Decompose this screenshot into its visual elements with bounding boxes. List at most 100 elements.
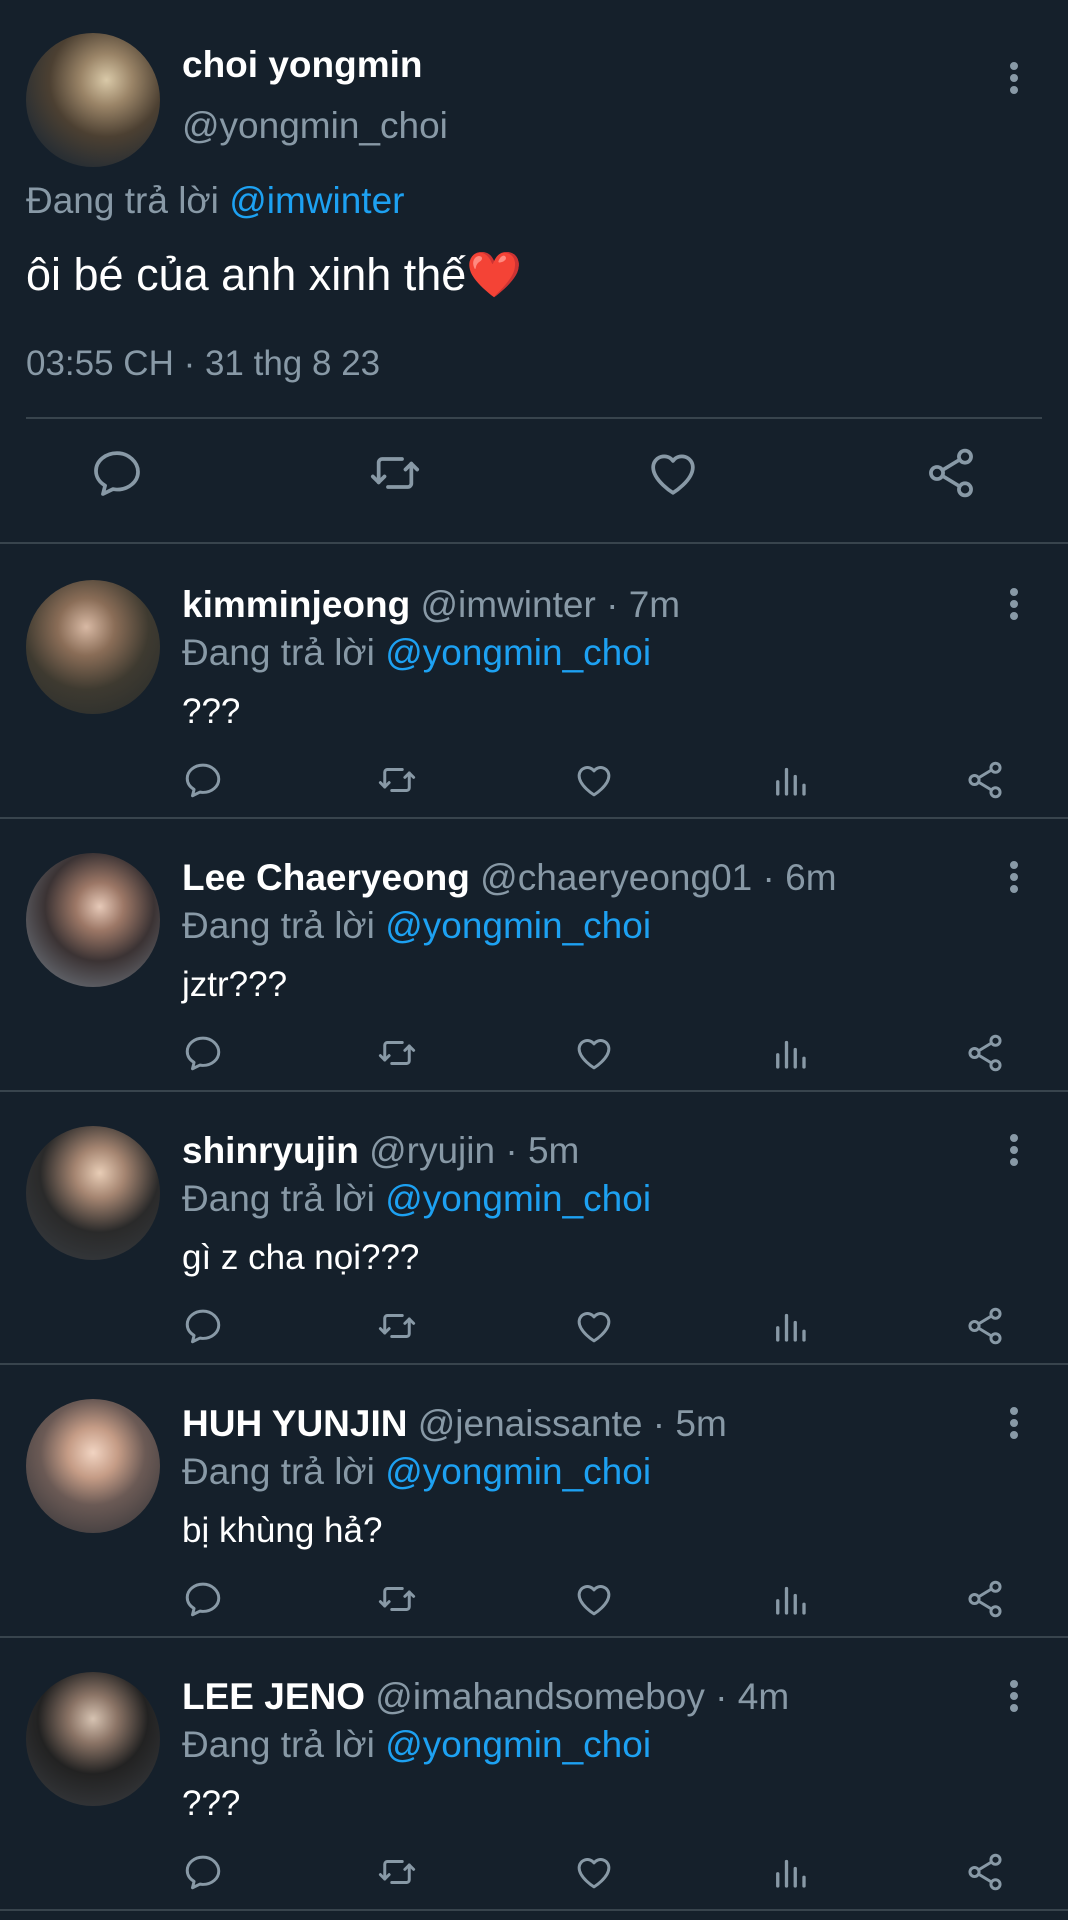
share-icon[interactable] [964, 1851, 1006, 1893]
tweet-text: jztr??? [182, 965, 288, 1004]
author-name[interactable]: HUH YUNJIN [182, 1403, 407, 1444]
reply-icon[interactable] [182, 1032, 224, 1074]
replying-to-mention[interactable]: @yongmin_choi [385, 905, 651, 946]
author-handle[interactable]: @ryujin [369, 1130, 495, 1171]
more-vertical-icon[interactable] [1000, 586, 1028, 622]
reply-header: LEE JENO @imahandsomeboy · 4m [182, 1676, 789, 1718]
author-name[interactable]: shinryujin [182, 1130, 359, 1171]
tweet-age[interactable]: 5m [528, 1130, 579, 1171]
retweet-icon[interactable] [376, 1305, 418, 1347]
avatar[interactable] [26, 1399, 160, 1533]
reply-icon[interactable] [89, 445, 145, 501]
author-handle[interactable]: @imahandsomeboy [375, 1676, 705, 1717]
replying-to-mention[interactable]: @yongmin_choi [385, 1451, 651, 1492]
retweet-icon[interactable] [367, 445, 423, 501]
replying-to-line: Đang trả lời @yongmin_choi [182, 632, 651, 674]
replying-to-line: Đang trả lời @yongmin_choi [182, 1178, 651, 1220]
author-handle[interactable]: @imwinter [420, 584, 595, 625]
tweet-actions [0, 445, 1068, 515]
share-icon[interactable] [964, 1032, 1006, 1074]
tweet-age[interactable]: 5m [675, 1403, 726, 1444]
more-vertical-icon[interactable] [1000, 1132, 1028, 1168]
share-icon[interactable] [964, 1305, 1006, 1347]
like-icon[interactable] [573, 759, 615, 801]
reply-icon[interactable] [182, 759, 224, 801]
share-icon[interactable] [964, 759, 1006, 801]
author-handle[interactable]: @yongmin_choi [182, 105, 448, 147]
share-icon[interactable] [923, 445, 979, 501]
retweet-icon[interactable] [376, 1578, 418, 1620]
heart-emoji: ❤️ [466, 249, 523, 300]
reply-tweet[interactable]: kimminjeong @imwinter · 7m Đang trả lời @… [0, 546, 1068, 819]
tweet-text: ôi bé của anh xinh thế❤️ [26, 248, 522, 301]
tweet-age[interactable]: 6m [785, 857, 836, 898]
reply-header: HUH YUNJIN @jenaissante · 5m [182, 1403, 727, 1445]
more-vertical-icon[interactable] [1000, 1405, 1028, 1441]
avatar[interactable] [26, 853, 160, 987]
main-tweet: choi yongmin @yongmin_choi Đang trả lời … [0, 0, 1068, 544]
replying-to-label: Đang trả lời [182, 1451, 386, 1492]
tweet-actions [0, 1305, 1068, 1353]
avatar[interactable] [26, 33, 160, 167]
like-icon[interactable] [573, 1305, 615, 1347]
tweet-age[interactable]: 7m [629, 584, 680, 625]
author-name[interactable]: kimminjeong [182, 584, 410, 625]
reply-header: shinryujin @ryujin · 5m [182, 1130, 579, 1172]
reply-icon[interactable] [182, 1578, 224, 1620]
reply-tweet[interactable]: LEE JENO @imahandsomeboy · 4m Đang trả lờ… [0, 1638, 1068, 1911]
share-icon[interactable] [964, 1578, 1006, 1620]
more-vertical-icon[interactable] [1000, 1678, 1028, 1714]
replying-to-label: Đang trả lời [182, 905, 386, 946]
separator: · [642, 1403, 676, 1444]
more-vertical-icon[interactable] [1000, 859, 1028, 895]
analytics-icon[interactable] [769, 1032, 811, 1074]
reply-icon[interactable] [182, 1305, 224, 1347]
retweet-icon[interactable] [376, 1851, 418, 1893]
replying-to-mention[interactable]: @imwinter [229, 180, 404, 221]
author-name[interactable]: choi yongmin [182, 44, 423, 86]
like-icon[interactable] [573, 1578, 615, 1620]
analytics-icon[interactable] [769, 759, 811, 801]
replying-to-mention[interactable]: @yongmin_choi [385, 1724, 651, 1765]
replying-to-mention[interactable]: @yongmin_choi [385, 1178, 651, 1219]
tweet-actions [0, 1851, 1068, 1899]
author-name[interactable]: LEE JENO [182, 1676, 365, 1717]
replying-to-label: Đang trả lời [182, 1724, 386, 1765]
reply-icon[interactable] [182, 1851, 224, 1893]
tweet-text-body: ôi bé của anh xinh thế [26, 249, 467, 300]
replying-to-mention[interactable]: @yongmin_choi [385, 632, 651, 673]
analytics-icon[interactable] [769, 1305, 811, 1347]
tweet-text: bị khùng hả? [182, 1511, 383, 1550]
separator: · [704, 1676, 738, 1717]
author-handle[interactable]: @jenaissante [418, 1403, 643, 1444]
replying-to-line: Đang trả lời @imwinter [26, 180, 405, 222]
reply-tweet[interactable]: Lee Chaeryeong @chaeryeong01 · 6m Đang tr… [0, 819, 1068, 1092]
replying-to-label: Đang trả lời [182, 1178, 386, 1219]
author-name[interactable]: Lee Chaeryeong [182, 857, 470, 898]
replying-to-line: Đang trả lời @yongmin_choi [182, 1451, 651, 1493]
like-icon[interactable] [573, 1851, 615, 1893]
avatar[interactable] [26, 580, 160, 714]
author-handle[interactable]: @chaeryeong01 [480, 857, 752, 898]
like-icon[interactable] [573, 1032, 615, 1074]
reply-header: kimminjeong @imwinter · 7m [182, 584, 680, 626]
replying-to-label: Đang trả lời [182, 632, 386, 673]
tweet-text: ??? [182, 692, 241, 731]
reply-tweet[interactable]: HUH YUNJIN @jenaissante · 5m Đang trả lời… [0, 1365, 1068, 1638]
avatar[interactable] [26, 1672, 160, 1806]
like-icon[interactable] [645, 445, 701, 501]
avatar[interactable] [26, 1126, 160, 1260]
reply-header: Lee Chaeryeong @chaeryeong01 · 6m [182, 857, 837, 899]
retweet-icon[interactable] [376, 759, 418, 801]
replying-to-label: Đang trả lời [26, 180, 230, 221]
analytics-icon[interactable] [769, 1851, 811, 1893]
separator: · [595, 584, 629, 625]
more-vertical-icon[interactable] [1000, 60, 1028, 96]
divider [26, 417, 1042, 419]
reply-tweet[interactable]: shinryujin @ryujin · 5m Đang trả lời @yon… [0, 1092, 1068, 1365]
tweet-text: ??? [182, 1784, 241, 1823]
retweet-icon[interactable] [376, 1032, 418, 1074]
analytics-icon[interactable] [769, 1578, 811, 1620]
tweet-age[interactable]: 4m [738, 1676, 789, 1717]
tweet-timestamp[interactable]: 03:55 CH · 31 thg 8 23 [26, 344, 380, 384]
